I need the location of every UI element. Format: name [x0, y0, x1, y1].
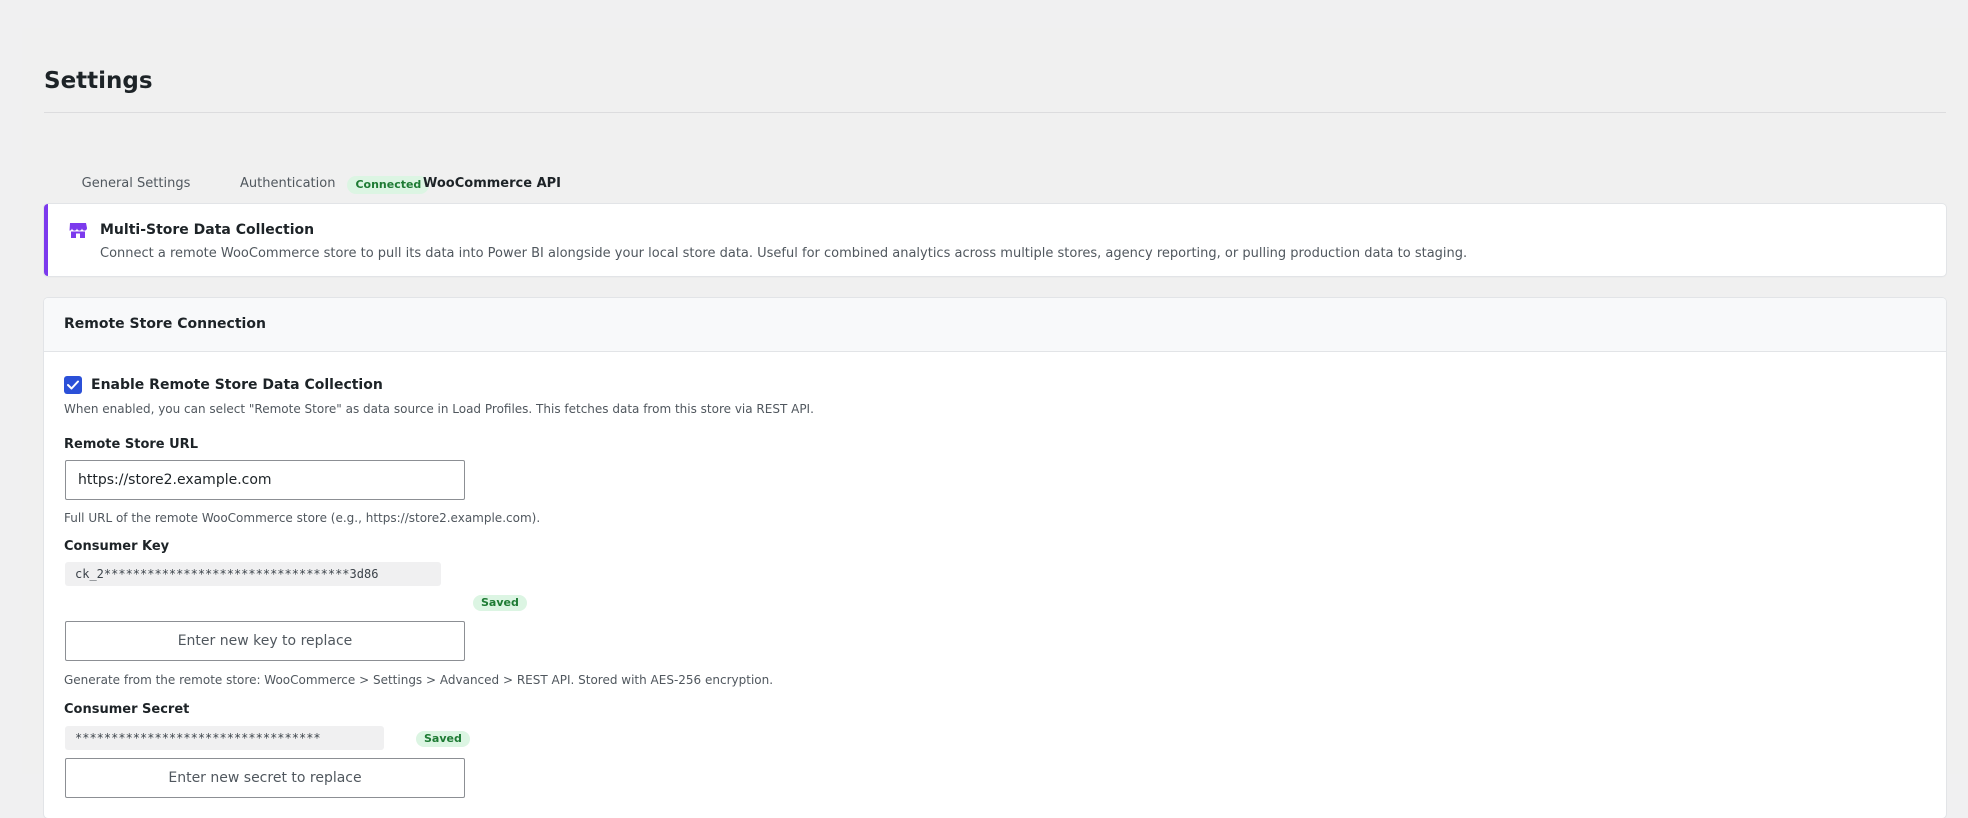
page-title: Settings	[44, 68, 153, 94]
remote-url-input[interactable]	[65, 460, 465, 500]
remote-url-help: Full URL of the remote WooCommerce store…	[64, 511, 541, 525]
tab-woocommerce-api[interactable]: WooCommerce API	[415, 148, 569, 206]
notice-title: Multi-Store Data Collection	[100, 222, 315, 238]
enable-remote-help: When enabled, you can select "Remote Sto…	[64, 402, 814, 416]
title-divider	[44, 112, 1946, 113]
panel-header: Remote Store Connection	[44, 298, 1946, 352]
tab-authentication[interactable]: Authentication Connected	[220, 148, 442, 206]
enable-remote-label: Enable Remote Store Data Collection	[91, 377, 383, 393]
consumer-key-help: Generate from the remote store: WooComme…	[64, 673, 774, 687]
remote-store-panel: Remote Store Connection Enable Remote St…	[44, 298, 1946, 818]
tab-label: Authentication	[240, 176, 336, 191]
enable-remote-checkbox[interactable]	[64, 376, 82, 394]
consumer-key-saved-badge: Saved	[473, 595, 527, 611]
consumer-secret-saved-badge: Saved	[416, 731, 470, 747]
consumer-secret-label: Consumer Secret	[64, 702, 190, 717]
consumer-key-label: Consumer Key	[64, 539, 170, 554]
consumer-key-masked: ck_2**********************************3d…	[65, 562, 441, 586]
consumer-key-input[interactable]	[65, 621, 465, 661]
multi-store-notice: Multi-Store Data Collection Connect a re…	[44, 204, 1946, 276]
store-icon	[69, 223, 87, 238]
settings-tabs: General Settings Authentication Connecte…	[44, 148, 1946, 207]
consumer-secret-masked: **********************************	[65, 726, 384, 750]
tab-general-settings[interactable]: General Settings	[44, 148, 228, 206]
remote-url-label: Remote Store URL	[64, 437, 198, 452]
consumer-secret-input[interactable]	[65, 758, 465, 798]
panel-title: Remote Store Connection	[64, 316, 266, 332]
checkmark-icon	[67, 380, 79, 390]
settings-page: Settings General Settings Authentication…	[22, 28, 1968, 818]
notice-description: Connect a remote WooCommerce store to pu…	[100, 246, 1468, 261]
tab-label: WooCommerce API	[422, 176, 561, 191]
tab-label: General Settings	[81, 176, 191, 191]
